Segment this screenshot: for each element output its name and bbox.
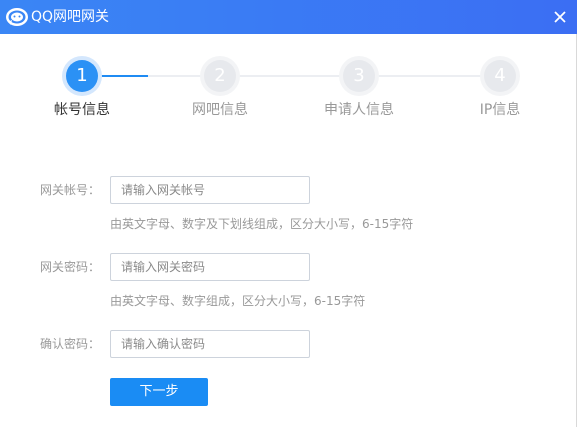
step-1-number: 1 (76, 65, 88, 86)
step-3-indicator: 3 (343, 60, 375, 92)
confirm-password-input[interactable] (110, 330, 310, 358)
confirm-password-field-label: 确认密码： (39, 337, 100, 351)
step-2-label: 网吧信息 (192, 102, 248, 118)
account-input[interactable] (110, 176, 310, 204)
step-2-indicator: 2 (204, 60, 236, 92)
step-1-indicator: 1 (66, 60, 98, 92)
step-3-label: 申请人信息 (324, 102, 394, 118)
step-3-number: 3 (353, 65, 365, 86)
qq-cafe-logo-icon (6, 8, 28, 26)
password-input[interactable] (110, 253, 310, 281)
account-hint: 由英文字母、数字及下划线组成，区分大小写，6-15字符 (110, 217, 414, 231)
window-title: QQ网吧网关 (31, 9, 110, 25)
step-2-number: 2 (214, 65, 226, 86)
step-4-label: IP信息 (479, 102, 521, 118)
step-4-indicator: 4 (484, 60, 516, 92)
password-hint: 由英文字母、数字组成，区分大小写，6-15字符 (110, 294, 366, 308)
password-field-label: 网关密码： (39, 260, 100, 274)
close-icon[interactable] (549, 6, 571, 28)
step-1-label: 帐号信息 (54, 102, 110, 118)
next-step-button[interactable]: 下一步 (110, 378, 208, 406)
title-bar: QQ网吧网关 (0, 0, 577, 34)
account-field-label: 网关帐号： (39, 183, 100, 197)
gateway-window: QQ网吧网关 1 2 3 4 帐号信息 网吧信息 申请人信息 IP信息 网关帐号… (0, 0, 577, 427)
step-4-number: 4 (494, 65, 506, 86)
progress-stepper: 1 2 3 4 帐号信息 网吧信息 申请人信息 IP信息 (0, 58, 577, 128)
